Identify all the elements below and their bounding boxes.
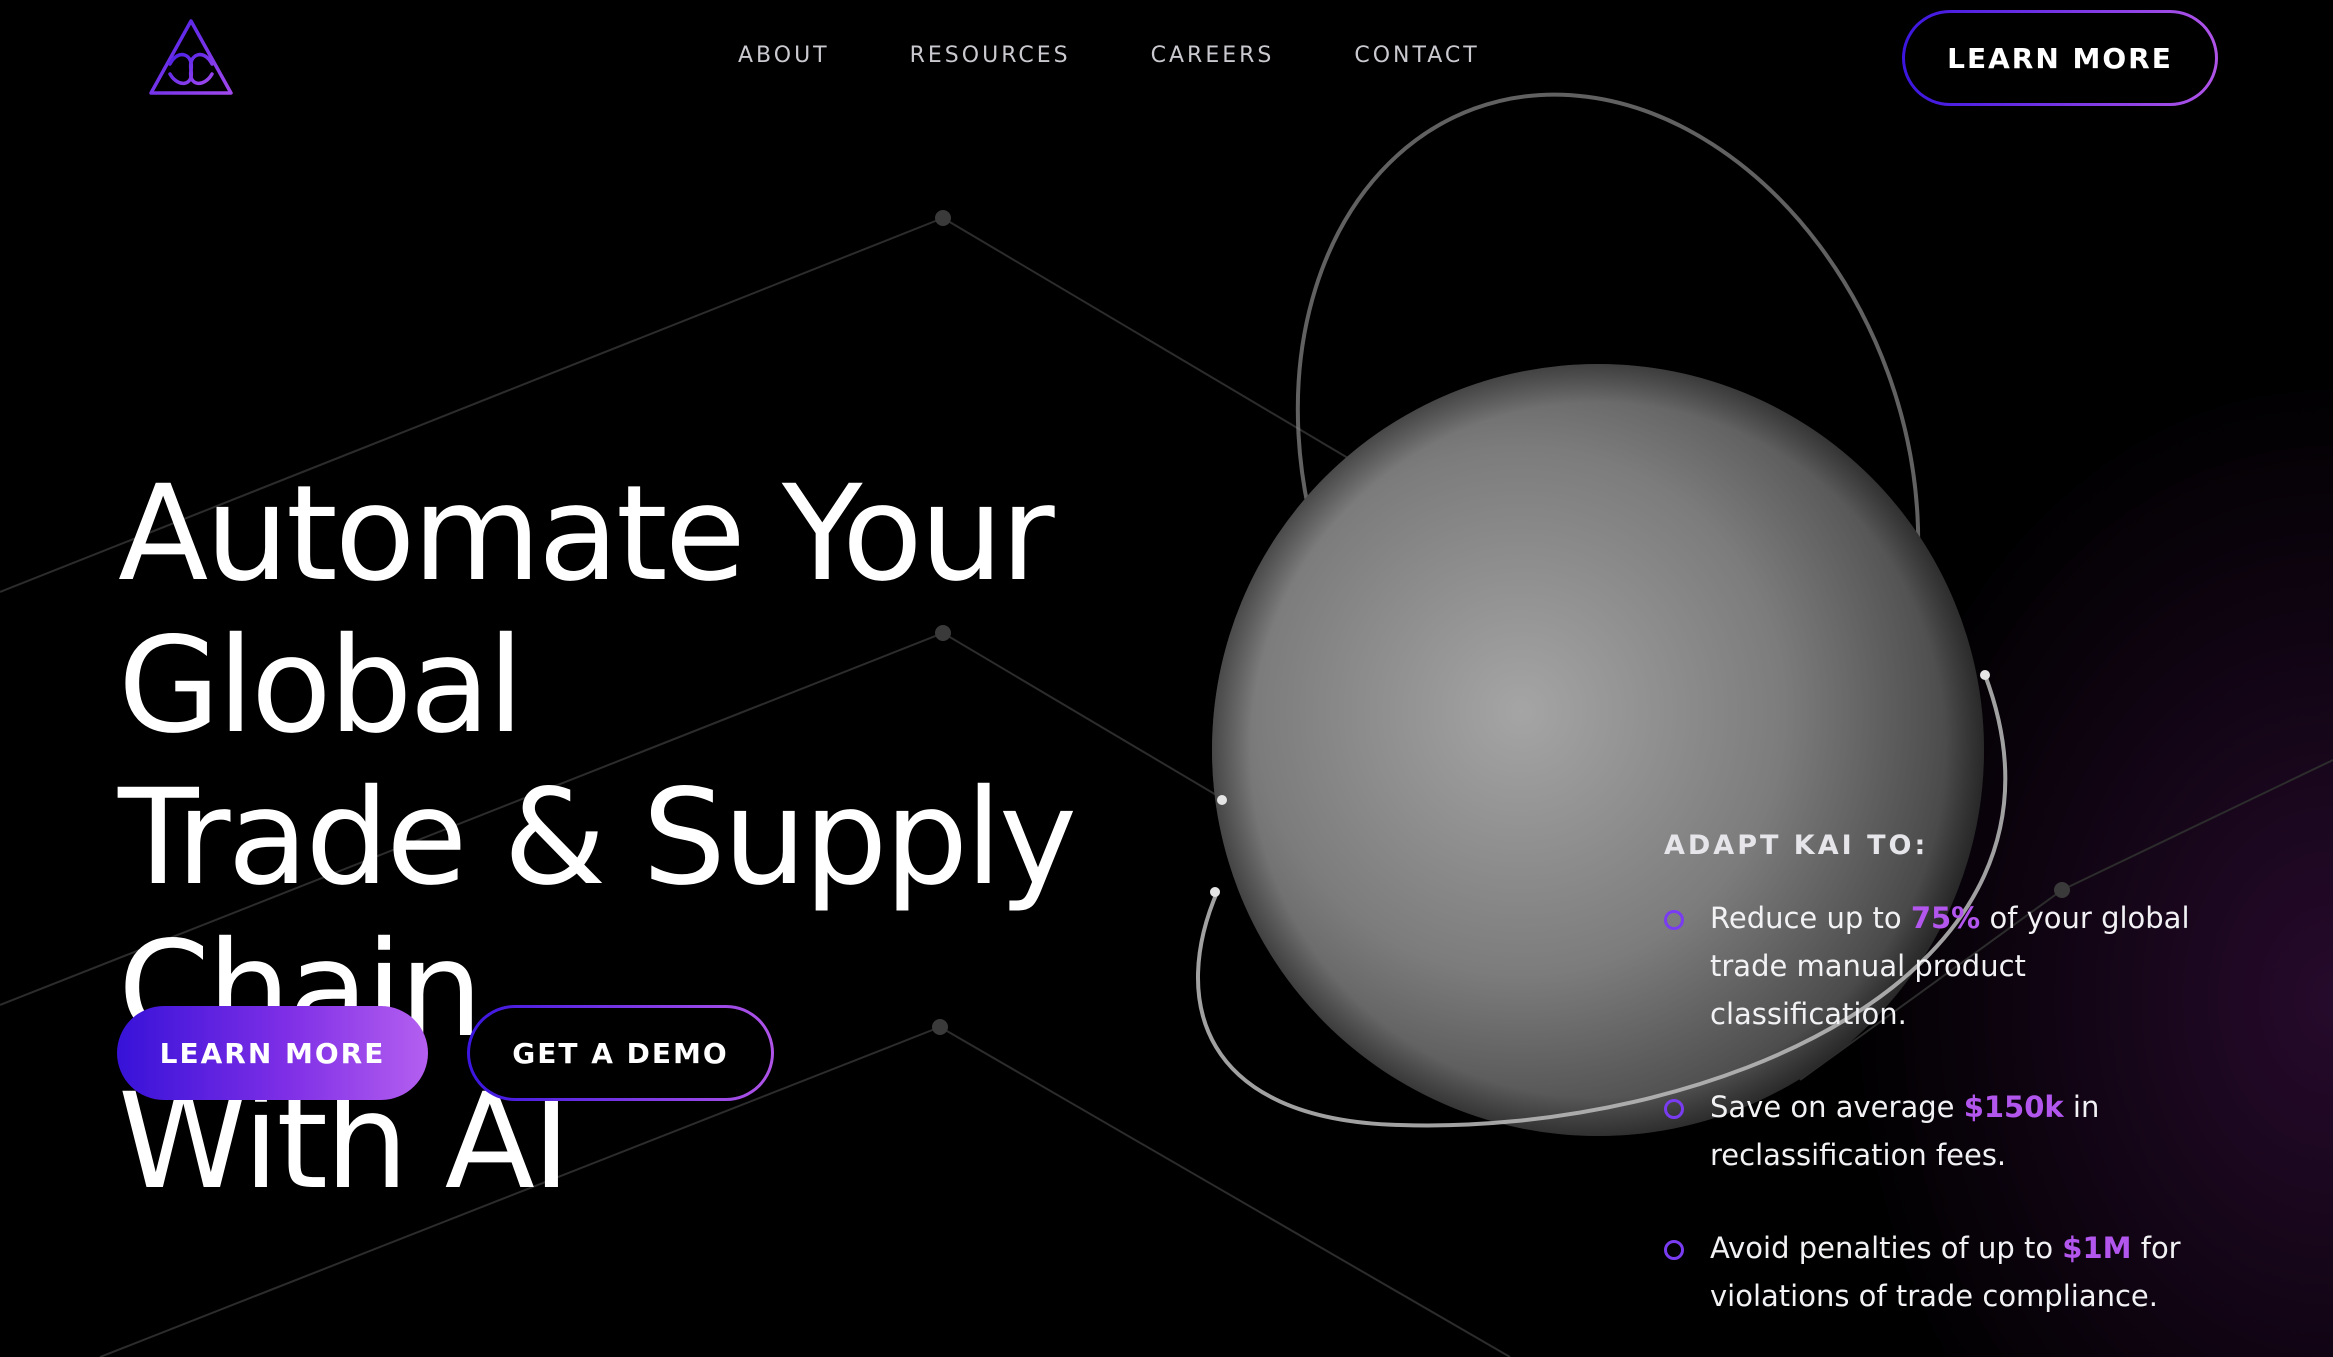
benefit-highlight: $150k [1963, 1090, 2064, 1124]
ring-bullet-icon [1664, 1099, 1684, 1119]
benefits-heading: ADAPT KAI TO: [1664, 830, 1929, 861]
get-a-demo-button[interactable]: GET A DEMO [467, 1005, 774, 1101]
landing-page: ABOUT RESOURCES CAREERS CONTACT LEARN MO… [0, 0, 2333, 1357]
triangle-knot-logo-icon[interactable] [148, 18, 234, 96]
benefits-panel: ADAPT KAI TO: Reduce up to 75% of your g… [1664, 826, 2224, 1320]
header-learn-more-button[interactable]: LEARN MORE [1902, 10, 2218, 106]
nav-link-resources[interactable]: RESOURCES [910, 40, 1071, 72]
main-nav: ABOUT RESOURCES CAREERS CONTACT [738, 40, 1480, 72]
benefit-item: Save on average $150k in reclassificatio… [1664, 1083, 2224, 1179]
hero-title: Automate Your Global Trade & Supply Chai… [118, 458, 1418, 1218]
benefit-text: Save on average [1710, 1090, 1964, 1124]
ring-bullet-icon [1664, 1240, 1684, 1260]
nav-link-careers[interactable]: CAREERS [1151, 40, 1275, 72]
hero-learn-more-button[interactable]: LEARN MORE [117, 1006, 428, 1100]
nav-link-contact[interactable]: CONTACT [1354, 40, 1479, 72]
benefit-item: Avoid penalties of up to $1M for violati… [1664, 1224, 2224, 1320]
hero-title-line-1: Automate Your Global [118, 457, 1055, 763]
ring-bullet-icon [1664, 910, 1684, 930]
benefit-text: Reduce up to [1710, 901, 1911, 935]
benefit-highlight: $1M [2062, 1231, 2132, 1265]
benefit-item: Reduce up to 75% of your global trade ma… [1664, 894, 2224, 1038]
benefit-list: Reduce up to 75% of your global trade ma… [1664, 894, 2224, 1320]
benefit-text: Avoid penalties of up to [1710, 1231, 2063, 1265]
benefit-highlight: 75% [1910, 901, 1981, 935]
nav-link-about[interactable]: ABOUT [738, 40, 830, 72]
